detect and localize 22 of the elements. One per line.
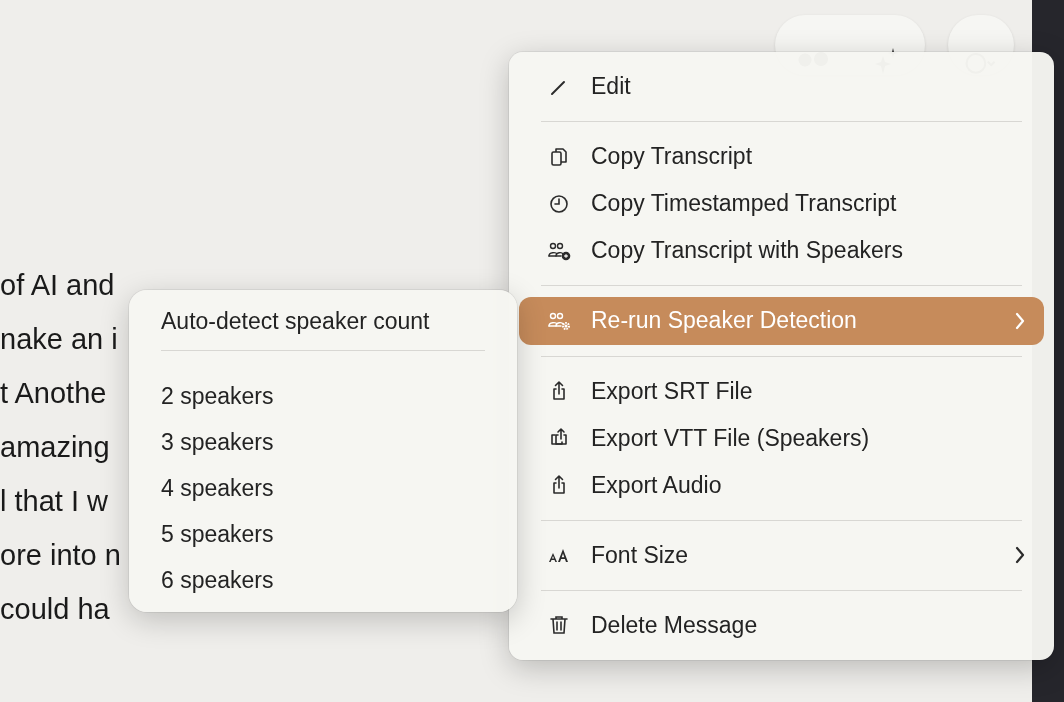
menu-item[interactable]: Copy Transcript with Speakers [519, 227, 1044, 275]
menu-item[interactable]: Delete Message [519, 601, 1044, 649]
menu-item[interactable]: Export VTT File (Speakers) [519, 414, 1044, 462]
submenu-item[interactable]: Auto-detect speaker count [129, 298, 517, 345]
submenu-item[interactable]: 3 speakers [129, 419, 517, 466]
menu-item[interactable]: Export SRT File [519, 367, 1044, 415]
transcript-text: amazing [0, 430, 110, 464]
submenu-item[interactable]: 4 speakers [129, 465, 517, 512]
menu-item[interactable]: Copy Timestamped Transcript [519, 180, 1044, 228]
transcript-text: t Anothe [0, 376, 107, 410]
transcript-text: of AI and [0, 268, 115, 302]
submenu-item[interactable]: 5 speakers [129, 511, 517, 558]
menu-item[interactable]: Edit [519, 63, 1044, 111]
transcript-text: ore into n [0, 538, 121, 572]
submenu-item[interactable]: 6 speakers [129, 557, 517, 604]
menu-item[interactable]: Export Audio [519, 461, 1044, 509]
menu-item[interactable]: Font Size [519, 531, 1044, 579]
menu-item[interactable]: Copy Transcript [519, 133, 1044, 181]
submenu-item[interactable]: 2 speakers [129, 373, 517, 420]
transcript-text: could ha [0, 592, 110, 626]
transcript-text: l that I w [0, 484, 108, 518]
transcript-text: nake an i [0, 322, 118, 356]
